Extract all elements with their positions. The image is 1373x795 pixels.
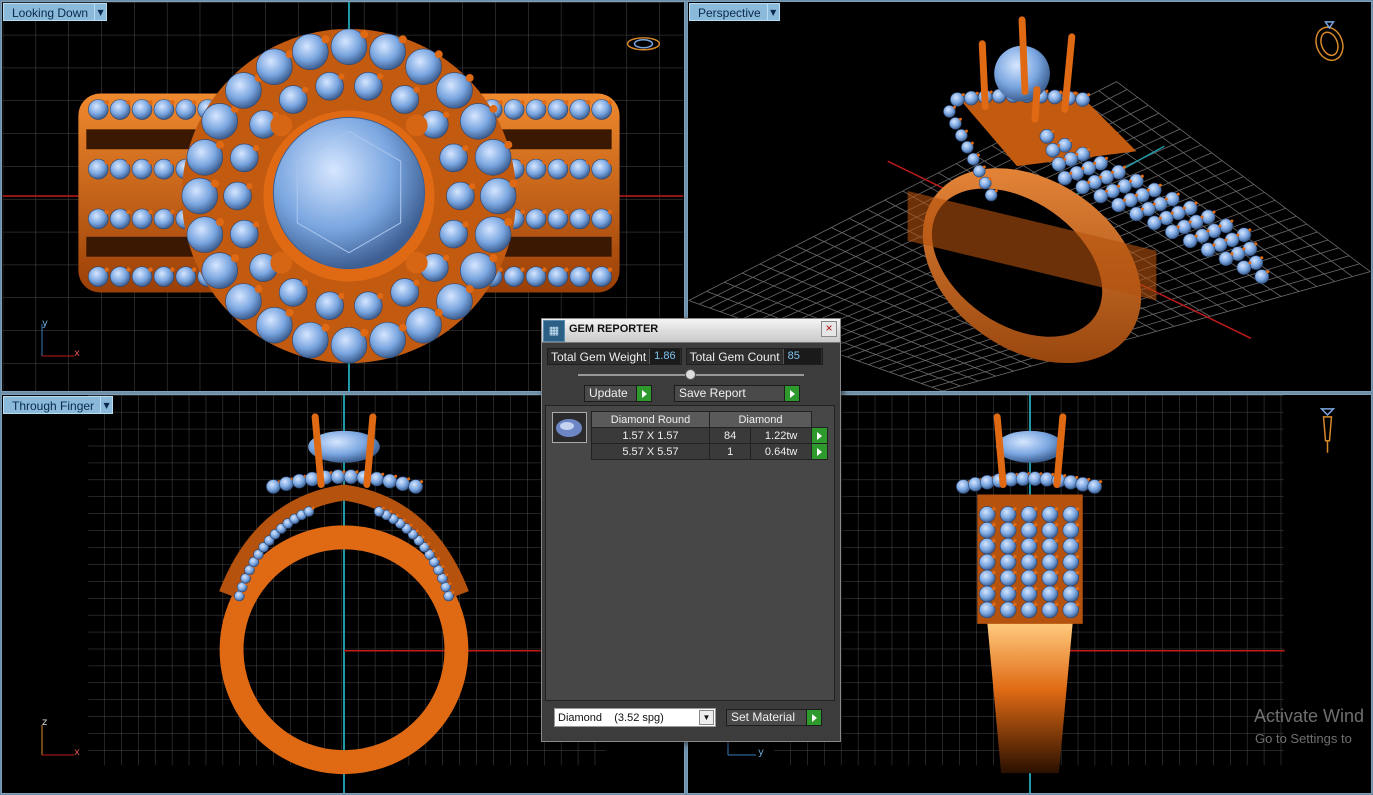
play-arrow-icon[interactable] — [812, 444, 827, 459]
chevron-down-icon[interactable]: ▼ — [699, 710, 714, 725]
viewport-menu-through-finger[interactable]: Through Finger ▼ — [3, 396, 114, 414]
viewport-label: Through Finger — [3, 396, 102, 414]
gem-count: 84 — [708, 427, 752, 444]
axis-x-label: x — [74, 747, 80, 758]
gem-size: 5.57 X 5.57 — [591, 443, 710, 460]
axis-z-label: z — [42, 717, 48, 728]
gem-weight: 1.22tw — [750, 427, 812, 444]
gem-count: 1 — [708, 443, 752, 460]
gem-thumbnail[interactable] — [552, 412, 587, 443]
total-gem-count: Total Gem Count 85 — [685, 348, 823, 365]
viewport-label: Looking Down — [3, 3, 96, 21]
chevron-down-icon[interactable]: ▼ — [767, 3, 780, 21]
play-arrow-icon[interactable] — [636, 386, 651, 401]
total-gem-weight-label: Total Gem Weight — [551, 349, 647, 364]
viewport-label: Perspective — [689, 3, 768, 21]
set-material-button-label: Set Material — [731, 710, 796, 724]
axis-y-label: y — [42, 318, 48, 329]
gem-round-icon — [556, 419, 582, 437]
total-gem-count-value: 85 — [782, 349, 821, 364]
save-report-button-label: Save Report — [679, 386, 746, 400]
gem-reporter-dialog[interactable]: ▦ GEM REPORTER × Total Gem Weight 1.86 T… — [541, 318, 841, 742]
total-gem-count-label: Total Gem Count — [689, 349, 780, 364]
gem-reporter-icon: ▦ — [543, 319, 565, 342]
save-report-button[interactable]: Save Report — [674, 385, 800, 402]
activation-watermark-subtitle: Go to Settings to — [1255, 731, 1352, 746]
panel-slider[interactable] — [578, 369, 804, 380]
close-button[interactable]: × — [821, 321, 837, 337]
gem-table-header-material: Diamond — [709, 411, 812, 428]
gem-list[interactable]: Diamond Round Diamond 1.57 X 1.57 84 1.2… — [545, 405, 835, 701]
update-button[interactable]: Update — [584, 385, 652, 402]
play-arrow-icon[interactable] — [784, 386, 799, 401]
report-actions: Update Save Report — [584, 385, 840, 402]
gem-table-row[interactable]: 1.57 X 1.57 84 1.22tw — [591, 427, 828, 444]
chevron-down-icon[interactable]: ▼ — [95, 3, 108, 21]
chevron-down-icon[interactable]: ▼ — [101, 396, 114, 414]
gem-row-action[interactable] — [811, 427, 828, 444]
gem-row-action[interactable] — [811, 443, 828, 460]
viewport-menu-looking-down[interactable]: Looking Down ▼ — [3, 3, 108, 21]
gem-table-header-cut: Diamond Round — [591, 411, 710, 428]
gem-table-row[interactable]: 5.57 X 5.57 1 0.64tw — [591, 443, 828, 460]
dialog-title: GEM REPORTER — [569, 322, 659, 335]
update-button-label: Update — [589, 386, 628, 400]
dialog-title-bar[interactable]: ▦ GEM REPORTER × — [542, 319, 840, 343]
activation-watermark-title: Activate Wind — [1254, 706, 1365, 726]
viewport-menu-perspective[interactable]: Perspective ▼ — [689, 3, 780, 21]
slider-knob[interactable] — [685, 369, 696, 380]
gem-totals: Total Gem Weight 1.86 Total Gem Count 85 — [547, 348, 840, 365]
gem-weight: 0.64tw — [750, 443, 812, 460]
material-select-value: Diamond (3.52 spg) — [558, 711, 664, 724]
axis-indicator: z x — [36, 717, 84, 762]
axis-y-label: y — [758, 747, 764, 758]
axis-x-label: x — [74, 348, 80, 359]
gem-table: Diamond Round Diamond 1.57 X 1.57 84 1.2… — [591, 411, 828, 460]
material-select[interactable]: Diamond (3.52 spg) ▼ — [554, 708, 716, 727]
total-gem-weight: Total Gem Weight 1.86 — [547, 348, 682, 365]
material-controls: Diamond (3.52 spg) ▼ Set Material — [554, 708, 822, 727]
total-gem-weight-value: 1.86 — [649, 349, 680, 364]
axis-indicator: y x — [36, 318, 84, 363]
play-arrow-icon[interactable] — [812, 428, 827, 443]
set-material-button[interactable]: Set Material — [726, 709, 822, 726]
play-arrow-icon[interactable] — [806, 710, 821, 725]
gem-size: 1.57 X 1.57 — [591, 427, 710, 444]
